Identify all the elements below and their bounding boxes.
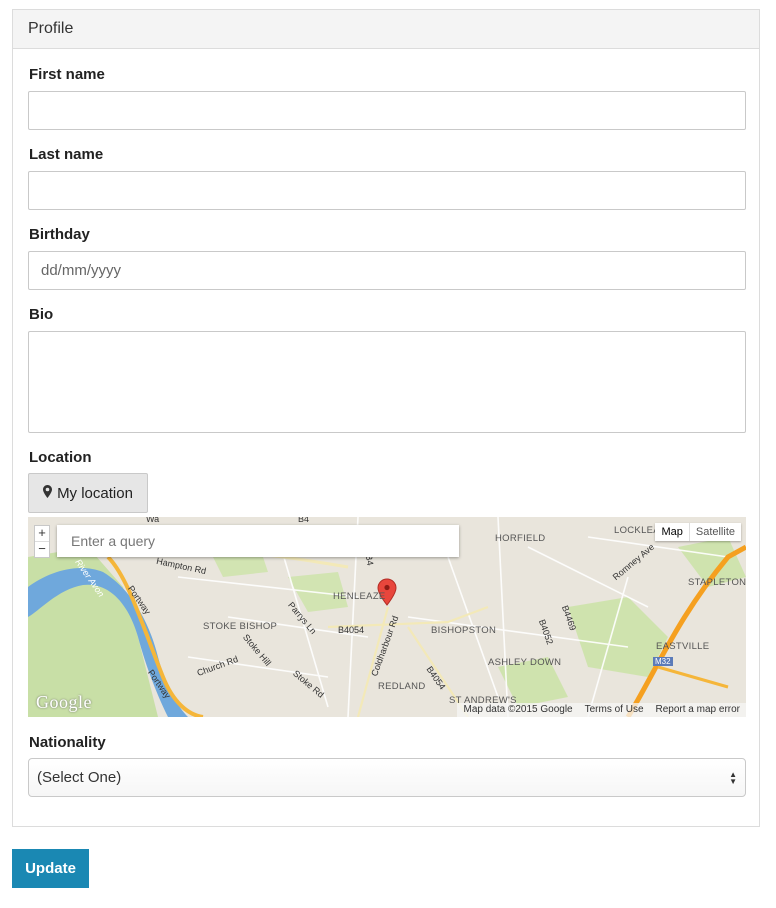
map-label-horfield: HORFIELD	[495, 533, 546, 544]
last-name-label: Last name	[29, 146, 104, 163]
map-label-b4054-1: B4054	[338, 625, 365, 635]
nationality-selected-value: (Select One)	[37, 769, 122, 786]
report-map-error-link[interactable]: Report a map error	[656, 703, 740, 717]
location-map[interactable]: HORFIELD LOCKLEA STAPLETON Romney Ave HE…	[28, 517, 746, 717]
my-location-label: My location	[57, 484, 133, 502]
first-name-input[interactable]	[28, 91, 746, 130]
map-label-ashley-down: ASHLEY DOWN	[488, 657, 562, 668]
map-attribution: Map data ©2015 Google Terms of Use Repor…	[457, 703, 746, 717]
birthday-input[interactable]	[28, 251, 746, 290]
map-type-satellite-button[interactable]: Satellite	[690, 523, 741, 541]
map-data-credit: Map data ©2015 Google	[463, 704, 573, 715]
select-arrows-icon: ▲ ▼	[729, 770, 737, 786]
map-label-stapleton: STAPLETON	[688, 577, 746, 588]
terms-of-use-link[interactable]: Terms of Use	[585, 703, 644, 717]
map-type-map-button[interactable]: Map	[655, 523, 690, 541]
update-button[interactable]: Update	[12, 849, 89, 888]
my-location-button[interactable]: My location	[28, 473, 148, 513]
map-label-henleaze: HENLEAZE	[333, 591, 386, 602]
map-label-eastville: EASTVILLE	[656, 641, 710, 652]
location-label: Location	[29, 449, 92, 466]
panel-title: Profile	[13, 10, 759, 49]
map-label-bishopston: BISHOPSTON	[431, 625, 497, 636]
map-label-stoke-bishop: STOKE BISHOP	[203, 621, 278, 632]
nationality-label: Nationality	[29, 734, 106, 751]
bio-textarea[interactable]	[28, 331, 746, 433]
first-name-label: First name	[29, 66, 105, 83]
profile-panel: Profile First name Last name Birthday Bi…	[12, 9, 760, 827]
map-label-b-top2: B4	[298, 517, 310, 524]
map-search-input[interactable]	[57, 525, 459, 557]
google-logo: Google	[36, 692, 92, 712]
map-type-control: Map Satellite	[655, 523, 741, 541]
zoom-in-button[interactable]: +	[35, 526, 49, 541]
map-label-wa: Wa	[146, 517, 160, 524]
map-label-lockleaze: LOCKLEA	[614, 525, 660, 536]
zoom-out-button[interactable]: −	[35, 541, 49, 557]
map-zoom-control: + −	[34, 525, 50, 558]
map-label-redland: REDLAND	[378, 681, 426, 692]
last-name-input[interactable]	[28, 171, 746, 210]
nationality-select[interactable]: (Select One) ▲ ▼	[28, 758, 746, 797]
map-marker-icon	[43, 484, 53, 502]
birthday-label: Birthday	[29, 226, 90, 243]
map-label-m32: M32	[653, 657, 673, 666]
bio-label: Bio	[29, 306, 54, 323]
